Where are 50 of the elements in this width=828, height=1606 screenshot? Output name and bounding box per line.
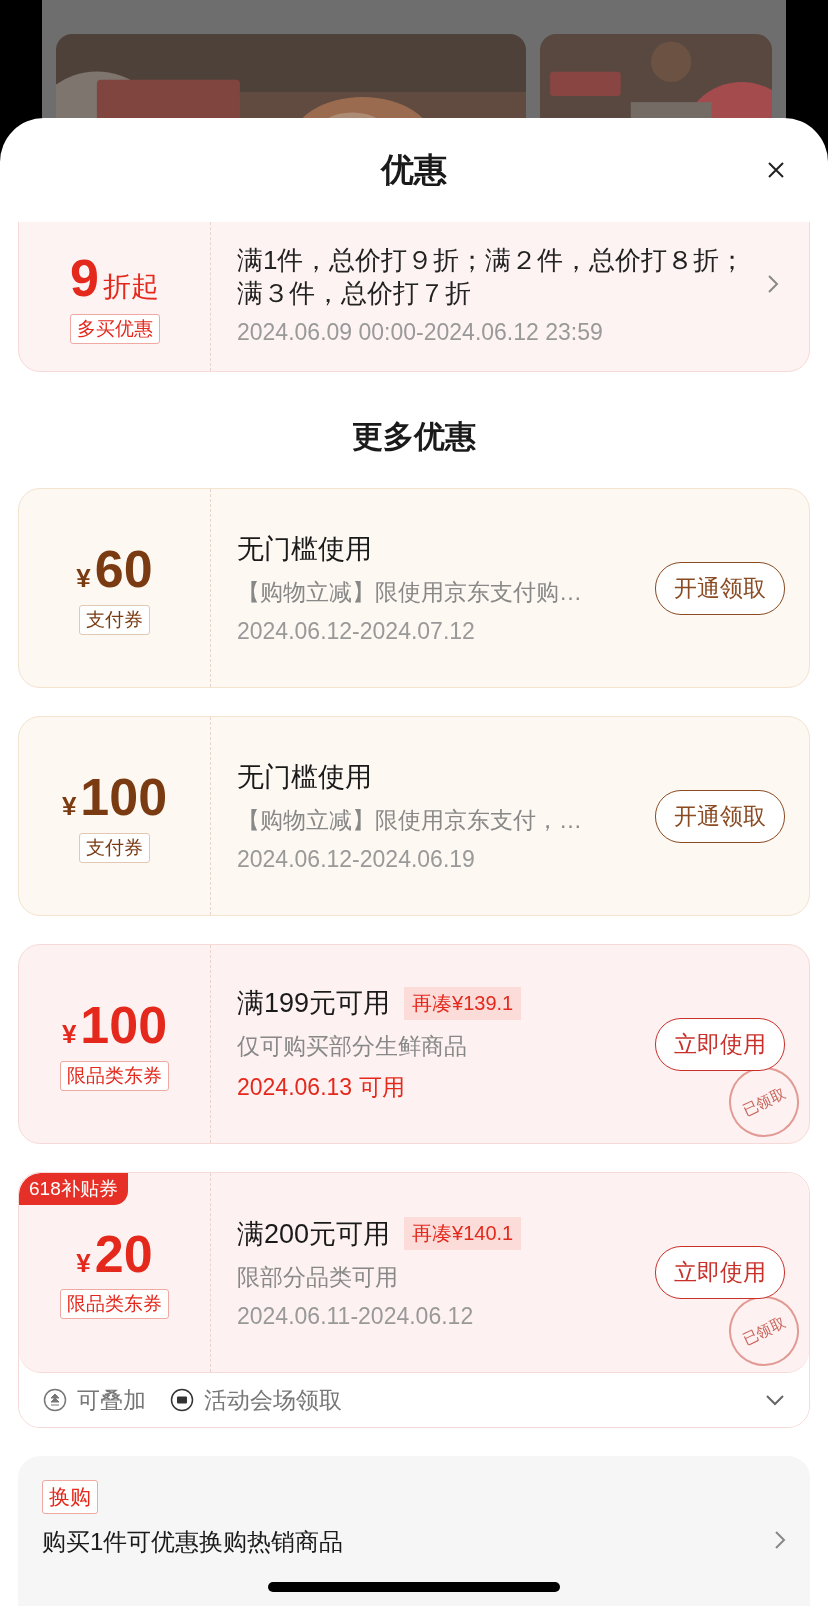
coupon-amount: 20 <box>94 1225 153 1284</box>
coupon-tag: 限品类东券 <box>60 1289 169 1320</box>
swap-tag: 换购 <box>42 1480 98 1514</box>
feature-label: 可叠加 <box>77 1385 146 1415</box>
chevron-right-icon <box>767 274 779 294</box>
coupon-action-button[interactable]: 开通领取 <box>655 561 785 615</box>
coupon-tag: 支付券 <box>79 832 150 863</box>
coupon-title: 无门槛使用 <box>237 533 372 566</box>
coupon-period: 2024.06.11-2024.06.12 <box>237 1302 475 1330</box>
coupon-action-button[interactable]: 立即使用 <box>655 1017 785 1071</box>
coupon-detail: 限部分品类可用 <box>237 1262 399 1292</box>
stack-icon <box>43 1388 67 1412</box>
coupon-detail: 【购物立减】限使用京东支付，… <box>237 806 583 835</box>
coupon-detail: 【购物立减】限使用京东支付购… <box>237 578 583 607</box>
discount-card[interactable]: 9 折起 多买优惠 满1件，总价打９折；满２件，总价打８折；满３件，总价打７折 2024.06.09 00:00-2024.06.12 23:59 <box>18 222 810 372</box>
coupon-badge: 618补贴券 <box>19 1173 128 1205</box>
discount-period: 2024.06.09 00:00-2024.06.12 23:59 <box>237 319 604 346</box>
chevron-down-icon[interactable] <box>765 1394 785 1406</box>
coupon-period: 2024.06.13 可用 <box>237 1073 406 1102</box>
feature-label: 活动会场领取 <box>204 1385 342 1415</box>
coupon-amount: 100 <box>80 997 168 1055</box>
coupon-detail: 仅可购买部分生鲜商品 <box>237 1032 468 1061</box>
close-icon <box>766 160 786 180</box>
coupon-action-button[interactable]: 开通领取 <box>655 789 785 843</box>
swap-card[interactable]: 换购 购买1件可优惠换购热销商品 <box>18 1456 810 1606</box>
coupon-action-button[interactable]: 立即使用 <box>655 1246 785 1299</box>
discount-description: 满1件，总价打９折；满２件，总价打８折；满３件，总价打７折 <box>237 244 747 309</box>
section-title: 更多优惠 <box>351 418 477 456</box>
remaining-amount: 再凑¥140.1 <box>404 1217 522 1250</box>
discount-unit: 折起 <box>102 270 159 305</box>
currency-sign: ¥ <box>76 1247 91 1279</box>
remaining-amount: 再凑¥139.1 <box>404 986 522 1020</box>
coupon-tag: 支付券 <box>79 604 150 635</box>
ticket-icon <box>170 1388 194 1412</box>
currency-sign: ¥ <box>76 563 91 595</box>
chevron-right-icon <box>774 1530 786 1550</box>
coupon-title: 满200元可用 <box>237 1217 391 1251</box>
coupon-period: 2024.06.12-2024.06.19 <box>237 846 476 873</box>
sheet-title: 优惠 <box>381 149 447 190</box>
coupon-amount: 100 <box>80 769 168 827</box>
coupon-tag: 多买优惠 <box>69 313 160 344</box>
coupon-title: 满199元可用 <box>237 987 391 1020</box>
discount-value: 9 <box>70 250 99 308</box>
coupon-title: 无门槛使用 <box>237 761 372 794</box>
currency-sign: ¥ <box>61 791 77 823</box>
swap-description: 购买1件可优惠换购热销商品 <box>42 1527 344 1557</box>
coupon-amount: 60 <box>94 541 153 599</box>
coupon-tag: 限品类东券 <box>60 1060 169 1091</box>
currency-sign: ¥ <box>61 1019 77 1051</box>
coupon-period: 2024.06.12-2024.07.12 <box>237 618 476 645</box>
